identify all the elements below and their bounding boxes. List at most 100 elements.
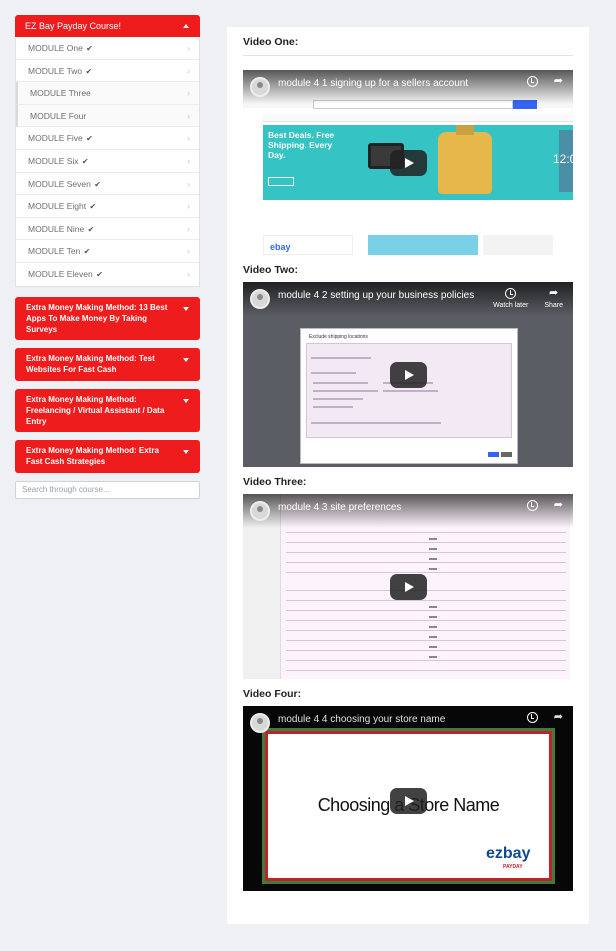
video-thumbnail-line <box>286 670 566 671</box>
video-thumbnail-value <box>429 548 437 550</box>
chevron-right-icon: › <box>187 133 190 144</box>
module-label: MODULE Seven <box>28 178 91 189</box>
video-title[interactable]: module 4 3 site preferences <box>278 502 401 513</box>
channel-avatar[interactable] <box>250 289 270 309</box>
video-thumbnail-line <box>286 532 566 533</box>
video-title[interactable]: module 4 4 choosing your store name <box>278 714 445 725</box>
check-icon: ✔ <box>94 179 101 189</box>
module-item-four[interactable]: MODULE Four › <box>16 104 199 128</box>
video-thumbnail-perfume <box>438 125 492 194</box>
extra-section-test-websites[interactable]: Extra Money Making Method: Test Websites… <box>15 347 200 381</box>
share-icon: ➦ <box>549 287 559 299</box>
share-icon: ➦ <box>553 711 563 723</box>
module-item-six[interactable]: MODULE Six ✔ › <box>16 150 199 173</box>
caret-up-icon <box>183 24 189 28</box>
play-button[interactable] <box>390 788 427 814</box>
channel-avatar[interactable] <box>250 501 270 521</box>
module-item-two[interactable]: MODULE Two ✔ › <box>16 60 199 83</box>
video-thumbnail-line <box>286 600 566 601</box>
module-item-five[interactable]: MODULE Five ✔ › <box>16 127 199 150</box>
lesson-content: Video One: Best Deals. Free Shipping. Ev… <box>227 27 589 924</box>
video-thumbnail-value <box>429 538 437 540</box>
module-label: MODULE Ten <box>28 246 81 257</box>
extra-section-fast-cash[interactable]: Extra Money Making Method: Extra Fast Ca… <box>15 439 200 473</box>
caret-down-icon <box>183 357 189 362</box>
video-thumbnail-promo <box>483 235 553 255</box>
module-label: MODULE Three <box>30 88 91 99</box>
module-item-eleven[interactable]: MODULE Eleven ✔ › <box>16 263 199 286</box>
module-label: MODULE One <box>28 43 83 53</box>
share-button[interactable]: ➦ Share <box>544 287 563 310</box>
video-thumbnail-value <box>429 616 437 618</box>
video-player-one[interactable]: Best Deals. Free Shipping. Every Day. 12… <box>243 70 573 255</box>
channel-avatar[interactable] <box>250 77 270 97</box>
module-item-nine[interactable]: MODULE Nine ✔ › <box>16 218 199 241</box>
module-item-three[interactable]: MODULE Three › <box>16 82 199 105</box>
video-thumbnail-line <box>286 630 566 631</box>
module-label: MODULE Eight <box>28 201 87 212</box>
video-heading: Video One: <box>243 36 573 56</box>
module-item-ten[interactable]: MODULE Ten ✔ › <box>16 240 199 263</box>
channel-avatar[interactable] <box>250 713 270 733</box>
module-label: MODULE Four <box>30 110 87 121</box>
share-button[interactable]: ➦ <box>554 76 563 90</box>
watch-later-button[interactable] <box>526 500 538 514</box>
extra-section-freelancing[interactable]: Extra Money Making Method: Freelancing /… <box>15 388 200 432</box>
extra-section-surveys[interactable]: Extra Money Making Method: 13 Best Apps … <box>15 296 200 340</box>
watch-later-button[interactable] <box>526 76 538 90</box>
chevron-right-icon: › <box>187 223 190 234</box>
check-icon: ✔ <box>81 156 89 166</box>
video-thumbnail-value <box>429 646 437 648</box>
video-thumbnail-hero-text: Best Deals. Free Shipping. Every Day. <box>268 130 335 160</box>
video-title[interactable]: module 4 2 setting up your business poli… <box>278 290 474 301</box>
video-block-four: Video Four: Choosing a Store Name ezbay … <box>243 688 573 891</box>
chevron-right-icon: › <box>187 268 190 279</box>
module-item-seven[interactable]: MODULE Seven ✔ › <box>16 173 199 196</box>
check-icon: ✔ <box>83 247 91 257</box>
chevron-right-icon: › <box>187 201 190 212</box>
video-title[interactable]: module 4 1 signing up for a sellers acco… <box>278 78 468 89</box>
caret-down-icon <box>183 398 189 403</box>
play-button[interactable] <box>390 150 427 176</box>
video-thumbnail-line <box>313 382 368 384</box>
check-icon: ✔ <box>87 224 95 234</box>
watch-later-button[interactable]: Watch later <box>493 288 528 309</box>
ezbay-logo: ezbay <box>486 845 531 862</box>
video-thumbnail-dialog-title: Exclude shipping locations <box>309 334 368 340</box>
video-thumbnail-line <box>286 562 566 563</box>
share-button[interactable]: ➦ <box>554 712 563 726</box>
module-item-eight[interactable]: MODULE Eight ✔ › <box>16 195 199 218</box>
course-search-input[interactable] <box>15 480 200 499</box>
video-thumbnail-promo <box>368 235 478 255</box>
video-actions: ➦ <box>526 76 563 90</box>
video-thumbnail-line <box>313 390 378 392</box>
share-button[interactable]: ➦ <box>554 500 563 514</box>
chevron-right-icon: › <box>187 178 190 189</box>
video-thumbnail-line <box>311 372 356 374</box>
course-header[interactable]: EZ Bay Payday Course! <box>15 15 200 37</box>
clock-icon <box>526 712 538 723</box>
video-player-two[interactable]: Exclude shipping locations module 4 2 se… <box>243 282 573 467</box>
chevron-right-icon: › <box>187 155 190 166</box>
video-thumbnail-line <box>286 542 566 543</box>
watch-later-button[interactable] <box>526 712 538 726</box>
module-label: MODULE Nine <box>28 223 85 234</box>
video-thumbnail-value <box>429 558 437 560</box>
play-button[interactable] <box>390 574 427 600</box>
video-player-three[interactable]: module 4 3 site preferences ➦ <box>243 494 573 679</box>
video-thumbnail-value <box>429 636 437 638</box>
video-player-four[interactable]: Choosing a Store Name ezbay PAYDAY modul… <box>243 706 573 891</box>
play-button[interactable] <box>390 362 427 388</box>
video-block-one: Video One: Best Deals. Free Shipping. Ev… <box>243 36 573 255</box>
video-thumbnail-value <box>429 568 437 570</box>
module-item-one[interactable]: MODULE One ✔ › <box>16 37 199 60</box>
video-thumbnail-nav <box>263 114 573 122</box>
video-actions: ➦ <box>526 500 563 514</box>
module-label: MODULE Eleven <box>28 268 93 279</box>
video-block-two: Video Two: Exclude shipping locations mo… <box>243 264 573 467</box>
share-icon: ➦ <box>553 499 563 511</box>
check-icon: ✔ <box>85 66 93 76</box>
video-thumbnail-line <box>286 650 566 651</box>
video-thumbnail-value <box>429 606 437 608</box>
module-label: MODULE Two <box>28 65 83 76</box>
